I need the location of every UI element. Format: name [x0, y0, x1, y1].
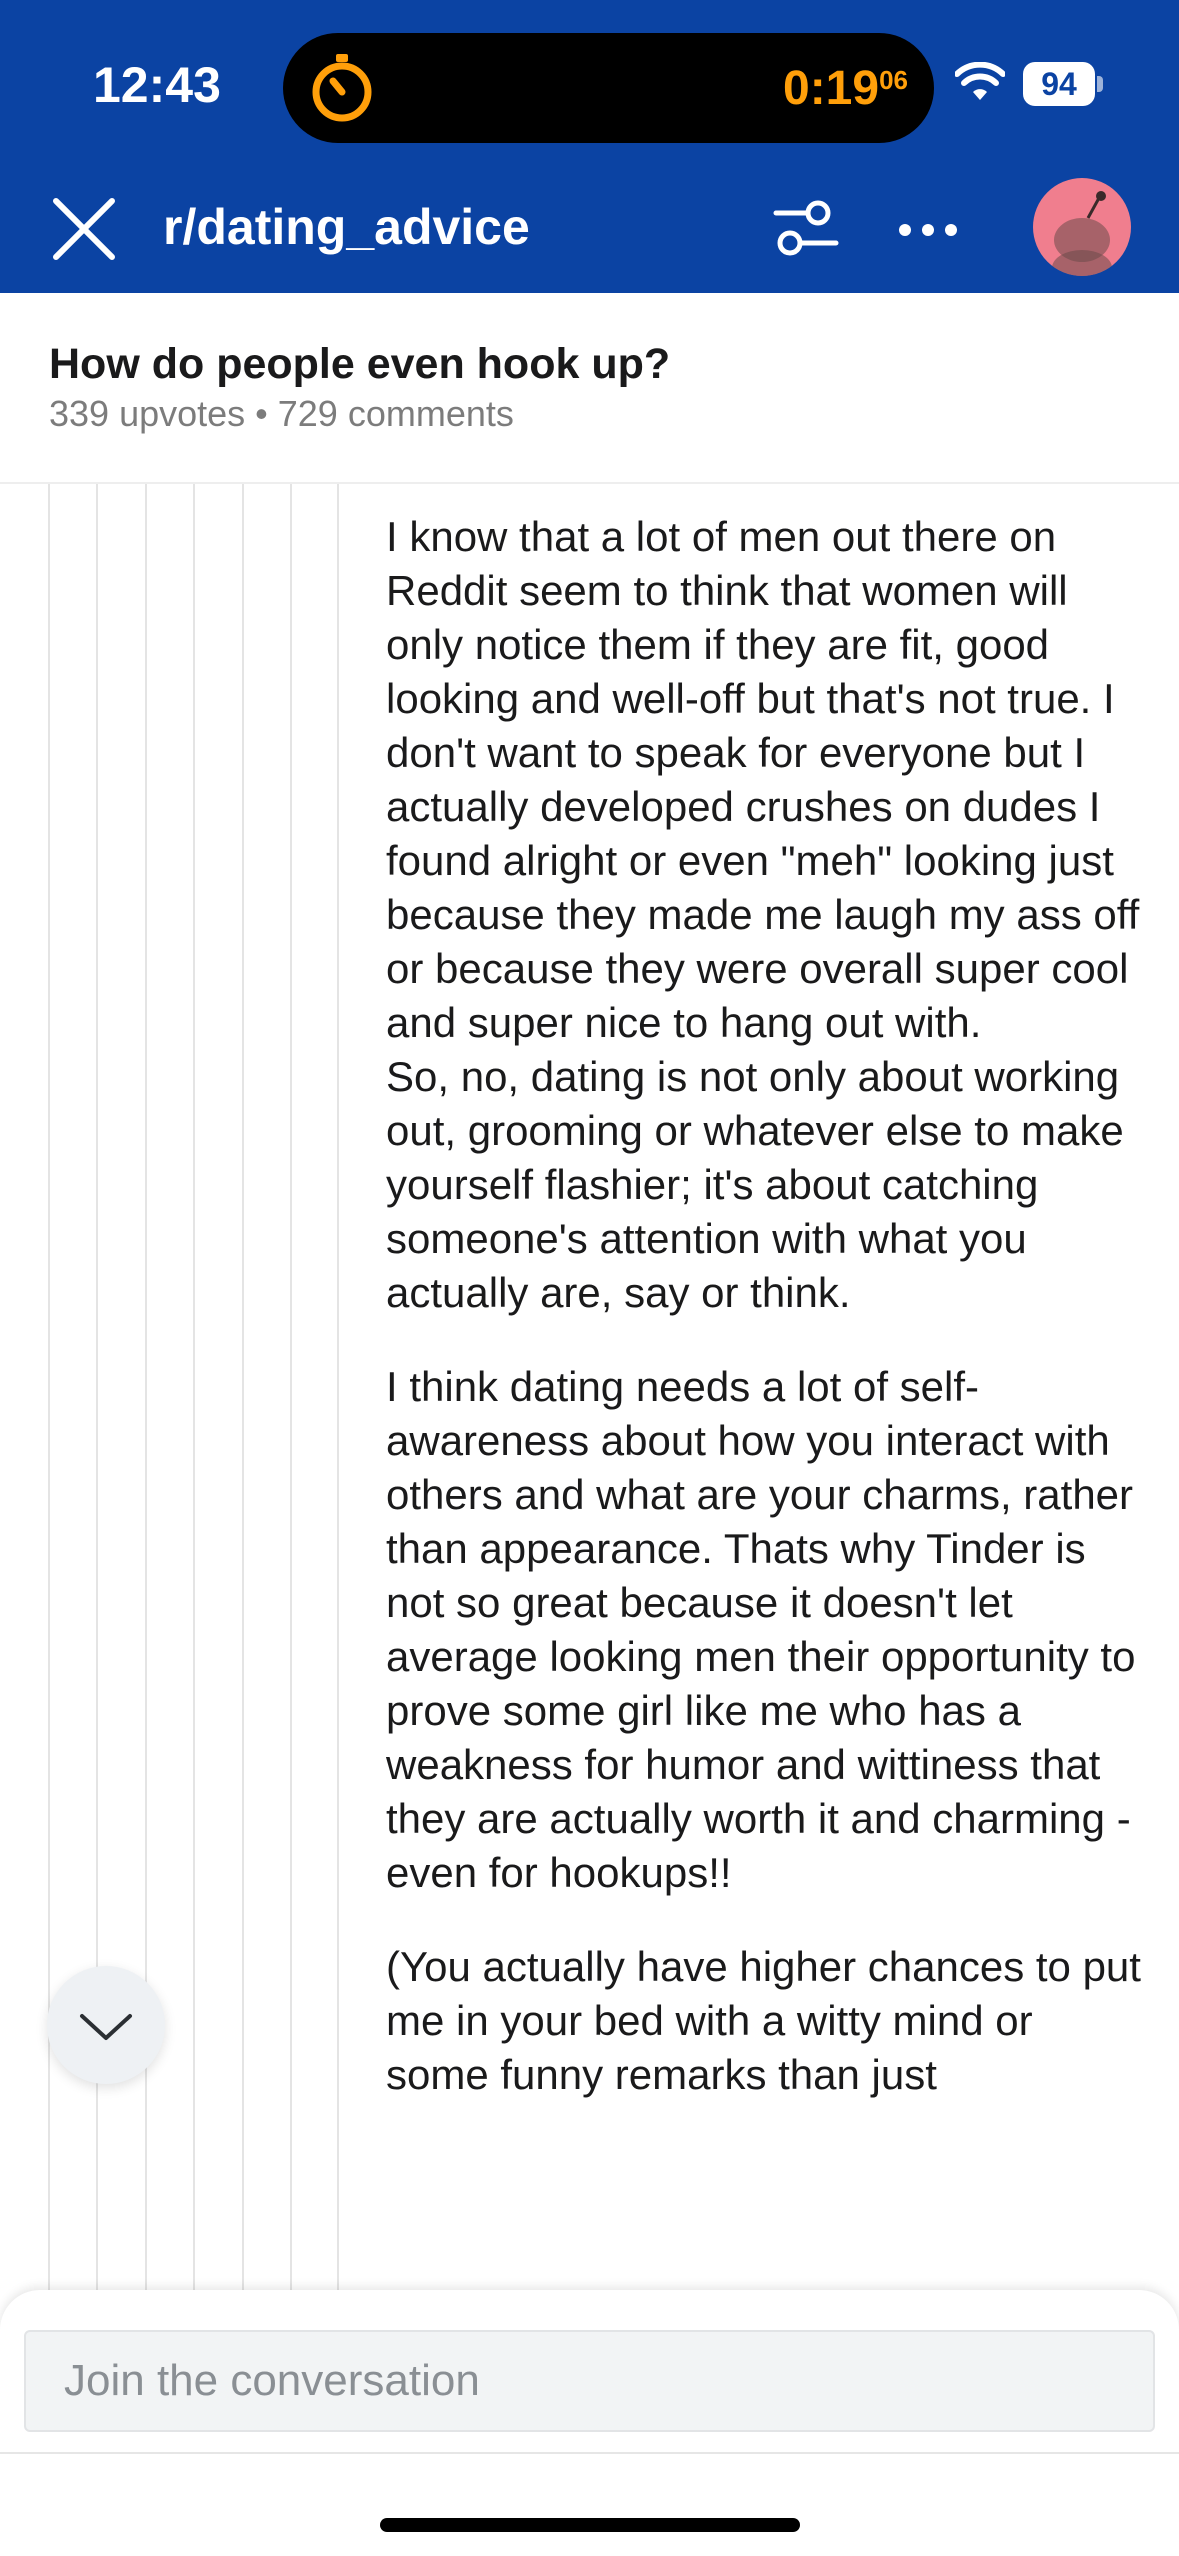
- chevron-down-icon: [80, 2014, 132, 2040]
- timer-main: 0:19: [783, 62, 880, 115]
- timer-icon: [312, 54, 372, 122]
- more-icon[interactable]: [895, 205, 961, 255]
- thread-line[interactable]: [337, 484, 339, 2314]
- battery-indicator: 94: [1023, 62, 1095, 106]
- thread-line[interactable]: [193, 484, 195, 2314]
- post-title[interactable]: How do people even hook up?: [49, 340, 670, 389]
- timer-sub: 06: [879, 65, 908, 95]
- top-bar: 12:43 0:1906 94 r/dating_advice: [0, 0, 1179, 293]
- wifi-icon: [955, 62, 1005, 100]
- next-comment-button[interactable]: [47, 1966, 165, 2084]
- filter-icon[interactable]: [770, 195, 842, 267]
- comment-paragraph: I think dating needs a lot of self-aware…: [386, 1363, 1136, 1896]
- comment-paragraph: I know that a lot of men out there on Re…: [386, 513, 1140, 1316]
- thread-line[interactable]: [242, 484, 244, 2314]
- avatar[interactable]: [1033, 178, 1131, 276]
- join-conversation-input[interactable]: Join the conversation: [24, 2330, 1155, 2432]
- comment-paragraph: (You actually have higher chances to put…: [386, 1943, 1141, 2098]
- timer-readout: 0:1906: [783, 61, 908, 116]
- dynamic-island[interactable]: 0:1906: [283, 33, 934, 143]
- home-indicator[interactable]: [380, 2518, 800, 2532]
- post-meta: 339 upvotes • 729 comments: [49, 393, 514, 434]
- thread-line[interactable]: [290, 484, 292, 2314]
- comment-body: I know that a lot of men out there on Re…: [386, 510, 1146, 2290]
- subreddit-title[interactable]: r/dating_advice: [163, 198, 530, 256]
- comment-composer: Join the conversation: [0, 2290, 1179, 2556]
- close-icon[interactable]: [48, 193, 120, 265]
- battery-nub: [1097, 76, 1103, 92]
- status-time: 12:43: [93, 57, 221, 113]
- snoo-avatar-icon: [1052, 191, 1112, 276]
- composer-divider: [0, 2452, 1179, 2454]
